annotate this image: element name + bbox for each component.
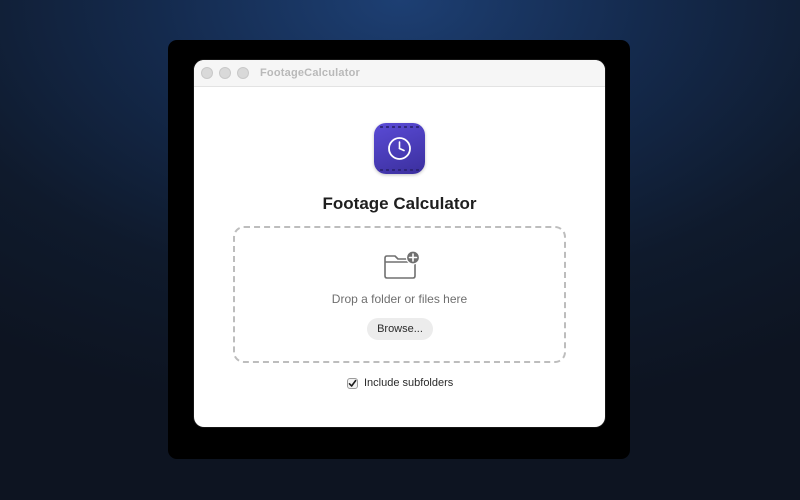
app-window: FootageCalculator Footage Calculator Dro… [194,60,605,427]
include-subfolders-option[interactable]: Include subfolders [347,376,453,390]
drop-prompt: Drop a folder or files here [331,292,468,306]
close-window-button[interactable] [201,67,213,79]
app-heading: Footage Calculator [322,194,477,213]
checkmark-icon [348,379,357,387]
include-subfolders-label: Include subfolders [364,377,454,389]
zoom-window-button[interactable] [237,67,249,79]
include-subfolders-checkbox[interactable] [347,377,358,389]
window-title: FootageCalculator [260,67,360,79]
minimize-window-button[interactable] [219,67,231,79]
folder-add-icon [383,250,423,285]
film-clock-icon [374,123,425,174]
drop-zone[interactable]: Drop a folder or files here Browse... [233,226,566,363]
browse-button[interactable]: Browse... [367,318,433,340]
title-bar[interactable]: FootageCalculator [194,60,605,87]
